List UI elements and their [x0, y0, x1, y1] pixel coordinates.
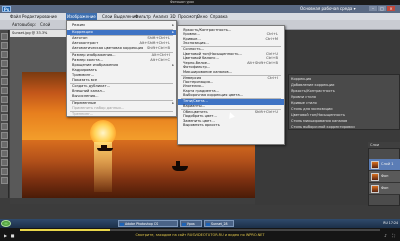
video-progress-fill	[20, 229, 110, 231]
menu-item-label: Треппинг...	[72, 112, 94, 116]
taskbar-item-label: Adobe Photoshop CS	[125, 222, 159, 226]
menu-filter[interactable]: Фильтр	[134, 13, 152, 20]
menu-analysis[interactable]: Анализ	[152, 13, 169, 20]
layers-panel: Слой 1 Фон Фон	[368, 148, 400, 206]
type-tool-icon[interactable]	[1, 159, 8, 166]
eyedropper-tool-icon[interactable]	[1, 78, 8, 85]
layer-row[interactable]: Фон	[369, 171, 400, 183]
menu-help[interactable]: Справка	[209, 13, 229, 20]
healing-tool-icon[interactable]	[1, 87, 8, 94]
image-sea	[22, 140, 255, 198]
adjustments-row[interactable]: Стиль выборочной корректировки	[291, 124, 398, 130]
document-tab[interactable]: Sunset.jpg @ 33.3%	[10, 30, 70, 37]
layer-row[interactable]: Слой 1	[369, 159, 400, 171]
pen-tool-icon[interactable]	[1, 150, 8, 157]
stop-icon[interactable]: ■	[10, 233, 15, 238]
layer-thumbnail	[371, 185, 379, 193]
image-boat	[97, 145, 113, 151]
maximize-icon[interactable]: □	[378, 6, 386, 11]
stamp-tool-icon[interactable]	[1, 105, 8, 112]
lasso-tool-icon[interactable]	[1, 51, 8, 58]
menu-window[interactable]: Окно	[196, 13, 209, 20]
autoselect-value[interactable]: Слой	[40, 22, 50, 28]
taskbar-item[interactable]: Урок	[180, 220, 202, 227]
video-progress-bar[interactable]	[20, 229, 380, 231]
fullscreen-icon[interactable]: ⛶	[391, 233, 396, 238]
image-menu-dropdown: Режим ▸ Коррекция ▸ Автотон Shift+Ctrl+L Авток…	[66, 20, 177, 117]
start-button[interactable]	[1, 220, 11, 227]
move-tool-icon[interactable]	[1, 33, 8, 40]
magic-wand-tool-icon[interactable]	[1, 60, 8, 67]
taskbar-item-label: Урок	[187, 222, 195, 226]
menu-item[interactable]: Выровнять яркость	[178, 123, 284, 129]
adjustments-submenu: Яркость/Контрастность... Уровни... Ctrl+L К…	[177, 25, 285, 145]
eraser-tool-icon[interactable]	[1, 123, 8, 130]
layer-thumbnail	[371, 173, 379, 181]
photoshop-logo: Ps	[2, 6, 11, 12]
taskbar-item-label: Sunset_28	[211, 222, 228, 226]
brush-tool-icon[interactable]	[1, 96, 8, 103]
image-file-icon	[206, 222, 210, 226]
menu-item[interactable]: Треппинг...	[67, 112, 176, 118]
crop-tool-icon[interactable]	[1, 69, 8, 76]
taskbar-item[interactable]: Sunset_28	[204, 220, 234, 227]
system-tray: RU 17:24	[383, 221, 398, 225]
menu-bar: Файл Редактирование Изображение Слои Выд…	[0, 13, 400, 20]
layer-name: Фон	[381, 174, 389, 178]
status-bar	[10, 198, 255, 204]
menu-layers[interactable]: Слои	[101, 13, 113, 20]
adjustments-panel: Коррекция Добавление коррекции Яркость/К…	[288, 74, 400, 130]
history-brush-tool-icon[interactable]	[1, 114, 8, 121]
menu-edit[interactable]: Редактирование	[21, 13, 58, 20]
layer-row[interactable]: Фон	[369, 183, 400, 195]
taskbar-item[interactable]: Adobe Photoshop CS	[118, 220, 178, 227]
folder-icon	[182, 222, 186, 226]
toolbox	[0, 30, 9, 198]
marquee-tool-icon[interactable]	[1, 42, 8, 49]
play-icon[interactable]: ▶	[3, 233, 8, 238]
menu-image[interactable]: Изображение	[66, 13, 97, 20]
workspace-switcher[interactable]: Основная рабочая среда ▾	[300, 6, 362, 12]
layer-thumbnail	[371, 161, 379, 169]
autoselect-label: Автовыбор:	[12, 22, 37, 27]
image-boat	[172, 161, 188, 171]
volume-icon[interactable]: ♪	[383, 233, 388, 238]
photoshop-icon	[120, 222, 124, 226]
layer-name: Фон	[381, 186, 389, 190]
layer-name: Слой 1	[381, 162, 394, 166]
dodge-tool-icon[interactable]	[1, 141, 8, 148]
close-icon[interactable]: ×	[387, 6, 395, 11]
gradient-tool-icon[interactable]	[1, 132, 8, 139]
hand-tool-icon[interactable]	[1, 168, 8, 175]
window-controls: – □ ×	[368, 6, 398, 12]
menu-3d[interactable]: 3D	[169, 13, 177, 20]
video-caption: Смотрите, заходим на сайт RUSVIDEOTUTOR.…	[135, 233, 265, 237]
menu-item-label: Выровнять яркость	[183, 123, 220, 127]
zoom-tool-icon[interactable]	[1, 177, 8, 184]
minimize-icon[interactable]: –	[369, 6, 377, 11]
